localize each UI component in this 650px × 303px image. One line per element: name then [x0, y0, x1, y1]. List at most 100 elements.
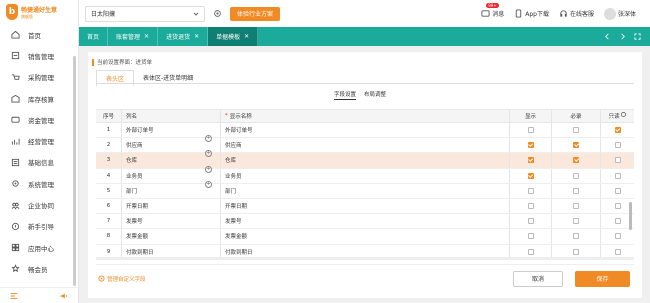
- display-name: 供应商: [225, 143, 242, 150]
- sidebar-item-7[interactable]: 系统管理: [0, 173, 78, 194]
- readonly-checkbox[interactable]: [614, 127, 621, 134]
- display-name-cell[interactable]: 部门: [221, 183, 510, 198]
- sidebar-item-3[interactable]: 库存核算: [0, 88, 78, 109]
- messages-button[interactable]: 99+ 消息: [481, 3, 504, 18]
- sidebar-scrollbar[interactable]: [73, 56, 76, 286]
- required-checkbox[interactable]: [573, 218, 579, 225]
- tabs-right-icon[interactable]: [619, 33, 626, 40]
- readonly-checkbox[interactable]: [614, 172, 621, 179]
- chevron-down-icon: [193, 12, 199, 16]
- add-icon[interactable]: +: [205, 150, 212, 158]
- sidebar: b 畅捷通好生意 旗舰版 首页 销售管理 采购管理 库存核算 资金管理 经营管理 基础信息系…: [0, 0, 79, 303]
- add-icon[interactable]: +: [205, 135, 212, 143]
- sidebar-item-4[interactable]: 资金管理: [0, 109, 78, 130]
- table-row[interactable]: 4 业务员 + 业务员: [96, 165, 634, 184]
- show-checkbox[interactable]: [527, 127, 534, 134]
- page-tab-0[interactable]: 首页: [79, 27, 109, 46]
- show-checkbox[interactable]: [527, 157, 534, 164]
- sidebar-item-9[interactable]: 新手引导: [0, 216, 78, 237]
- display-name-cell[interactable]: 发票金额: [221, 229, 510, 244]
- help-icon[interactable]: [621, 112, 627, 117]
- readonly-checkbox[interactable]: [614, 218, 621, 225]
- show-checkbox[interactable]: [527, 203, 534, 210]
- table-scrollbar[interactable]: [629, 202, 632, 230]
- page-tab-3[interactable]: 单据模板 ✕: [208, 27, 259, 46]
- page-tab-label: 账套管理: [116, 34, 141, 41]
- cancel-button[interactable]: 取消: [513, 270, 563, 287]
- sidebar-item-6[interactable]: 基础信息: [0, 152, 78, 173]
- show-cell: [510, 183, 552, 198]
- tab-field-settings[interactable]: 字段设置: [334, 90, 357, 100]
- row-number: 3: [96, 153, 122, 168]
- sidebar-item-8[interactable]: 企业协同: [0, 194, 78, 215]
- close-icon[interactable]: ✕: [144, 33, 149, 40]
- tabs-left-icon[interactable]: [604, 33, 611, 40]
- gear-icon[interactable]: [213, 9, 222, 18]
- required-checkbox[interactable]: [573, 142, 579, 149]
- sidebar-item-2[interactable]: 采购管理: [0, 67, 78, 88]
- close-icon[interactable]: ✕: [244, 33, 249, 40]
- sidebar-item-0[interactable]: 首页: [0, 24, 78, 45]
- add-icon[interactable]: +: [205, 165, 212, 173]
- required-checkbox[interactable]: [573, 203, 579, 210]
- show-checkbox[interactable]: [527, 172, 534, 179]
- table-row[interactable]: 5 部门 + 部门: [96, 180, 634, 199]
- table-row[interactable]: 2 供应商 + 供应商: [96, 135, 634, 154]
- display-name-cell[interactable]: 发票号: [221, 214, 510, 229]
- show-checkbox[interactable]: [527, 248, 534, 255]
- page-tab-2[interactable]: 进货退货 ✕: [158, 27, 209, 46]
- required-checkbox[interactable]: [573, 127, 579, 134]
- add-icon[interactable]: +: [205, 180, 212, 188]
- tab-layout-adjust[interactable]: 布局调整: [364, 90, 386, 100]
- show-checkbox[interactable]: [527, 218, 534, 225]
- display-name-cell[interactable]: 外部订单号: [221, 123, 510, 138]
- sidebar-item-10[interactable]: 应用中心: [0, 237, 78, 258]
- readonly-checkbox[interactable]: [614, 203, 621, 210]
- logo[interactable]: b 畅捷通好生意 旗舰版: [0, 0, 78, 24]
- required-checkbox[interactable]: [573, 187, 579, 194]
- collapse-icon[interactable]: [10, 292, 18, 300]
- readonly-checkbox[interactable]: [614, 142, 621, 149]
- show-checkbox[interactable]: [527, 187, 534, 194]
- sidebar-item-11[interactable]: 畅会员: [0, 258, 78, 279]
- display-name-cell[interactable]: 开票日期: [221, 198, 510, 214]
- required-checkbox[interactable]: [573, 172, 579, 179]
- row-number: 6: [96, 198, 122, 214]
- required-checkbox[interactable]: [573, 157, 579, 164]
- display-name-cell[interactable]: 供应商: [221, 138, 510, 153]
- company-select[interactable]: 日太阳攘: [85, 5, 205, 22]
- table-row[interactable]: 6 开票日期 开票日期: [96, 198, 634, 215]
- readonly-checkbox[interactable]: [614, 187, 621, 194]
- show-checkbox[interactable]: [527, 233, 534, 240]
- readonly-cell: [601, 187, 634, 194]
- readonly-checkbox[interactable]: [614, 248, 621, 255]
- show-checkbox[interactable]: [527, 142, 534, 149]
- app-download-button[interactable]: App下载: [514, 9, 549, 18]
- sidebar-item-label: 系统管理: [28, 180, 54, 189]
- manage-custom-fields-link[interactable]: 管理自定义字段: [98, 275, 146, 283]
- online-service-button[interactable]: 在线客服: [559, 9, 594, 18]
- close-icon[interactable]: ✕: [194, 33, 199, 40]
- required-checkbox[interactable]: [573, 233, 579, 240]
- readonly-checkbox[interactable]: [614, 233, 621, 240]
- page-tab-1[interactable]: 账套管理 ✕: [108, 27, 159, 46]
- readonly-cell: [601, 127, 634, 134]
- table-row[interactable]: 1 外部订单号 外部订单号: [96, 123, 634, 139]
- user-menu[interactable]: 张深体: [603, 7, 636, 20]
- table-row[interactable]: 8 发票金额 发票金额: [96, 229, 634, 245]
- experience-industry-button[interactable]: 体验行业方案: [230, 6, 281, 21]
- table-row[interactable]: 3 仓库 + 仓库: [96, 150, 634, 169]
- required-cell: [552, 138, 601, 153]
- fullscreen-icon[interactable]: [634, 33, 641, 40]
- sound-icon[interactable]: [60, 292, 68, 300]
- sidebar-item-1[interactable]: 销售管理: [0, 45, 78, 66]
- sidebar-item-5[interactable]: 经营管理: [0, 130, 78, 151]
- required-checkbox[interactable]: [573, 248, 579, 255]
- table-row[interactable]: 7 发票号 发票号: [96, 214, 634, 230]
- readonly-checkbox[interactable]: [614, 157, 621, 164]
- horizontal-scrollbar[interactable]: [96, 257, 634, 260]
- display-name-cell[interactable]: 业务员: [221, 168, 510, 183]
- save-button[interactable]: 保存: [575, 270, 630, 287]
- business-icon: [11, 138, 20, 145]
- display-name-cell[interactable]: 仓库: [221, 153, 510, 168]
